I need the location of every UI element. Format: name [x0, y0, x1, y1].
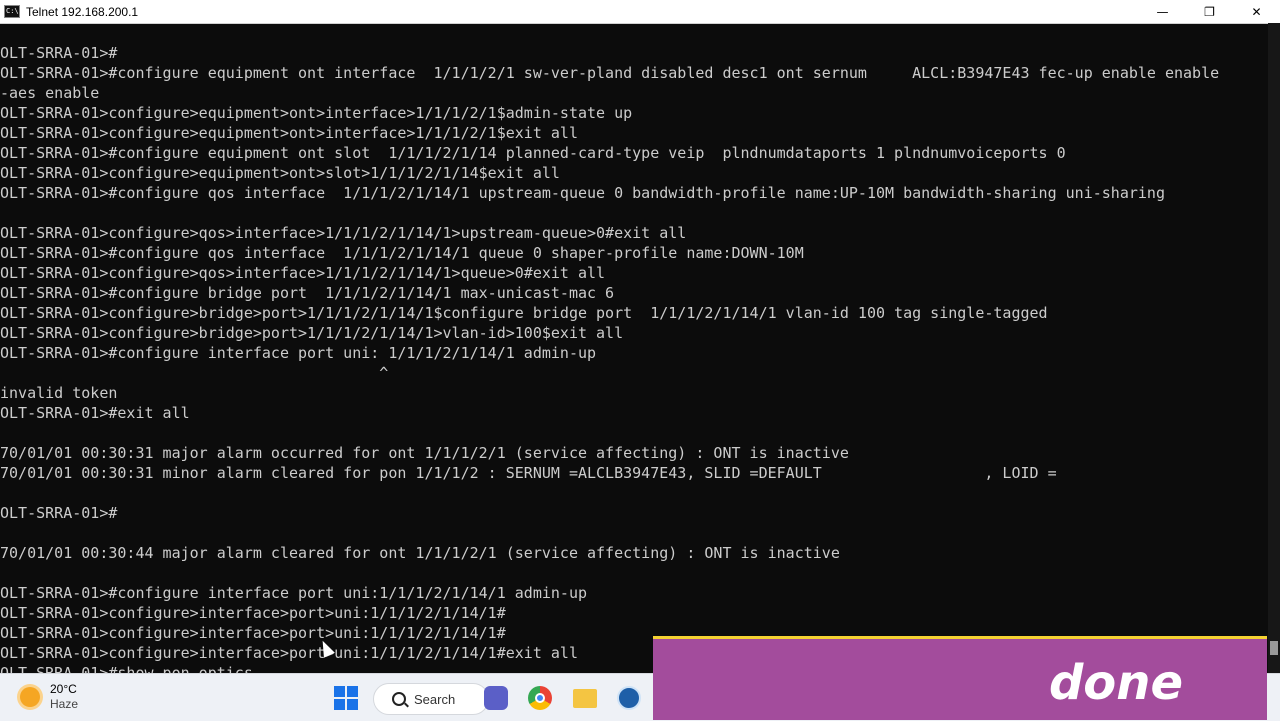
search-label: Search [414, 691, 456, 707]
windows-start-icon[interactable] [334, 686, 358, 710]
vertical-scrollbar[interactable] [1268, 23, 1280, 673]
terminal-line: OLT-SRRA-01>configure>equipment>ont>inte… [0, 104, 633, 122]
terminal-line: OLT-SRRA-01>#exit all [0, 404, 190, 422]
scrollbar-thumb[interactable] [1270, 641, 1278, 655]
taskbar-search[interactable]: Search [373, 683, 489, 715]
terminal-line: OLT-SRRA-01>#configure bridge port 1/1/1… [0, 284, 615, 302]
window-controls: — ❐ ✕ [1139, 0, 1280, 23]
close-button[interactable]: ✕ [1233, 0, 1280, 23]
terminal-line: OLT-SRRA-01># [0, 44, 118, 62]
terminal-line: 70/01/01 00:30:44 major alarm cleared fo… [0, 544, 840, 562]
weather-widget[interactable]: 20°C Haze [20, 682, 78, 712]
search-icon [392, 692, 406, 706]
command-prompt-icon: C:\ [4, 5, 20, 18]
terminal-line: OLT-SRRA-01>#configure interface port un… [0, 344, 597, 362]
terminal-line: OLT-SRRA-01>#configure qos interface 1/1… [0, 244, 804, 262]
app-icon[interactable] [617, 686, 641, 710]
terminal-line: OLT-SRRA-01>#configure equipment ont int… [0, 64, 1220, 82]
file-explorer-icon[interactable] [573, 689, 597, 708]
overlay-text: done [1048, 655, 1183, 711]
terminal-lines: OLT-SRRA-01># OLT-SRRA-01>#configure equi… [0, 43, 1268, 663]
terminal-line: -aes enable [0, 84, 100, 102]
terminal-line: OLT-SRRA-01>configure>interface>port>uni… [0, 604, 506, 622]
weather-condition: Haze [50, 697, 79, 711]
maximize-button[interactable]: ❐ [1186, 0, 1233, 23]
terminal-current-input: OLT-SRRA-01>#show pon optics [0, 664, 262, 673]
terminal-line: OLT-SRRA-01>#configure equipment ont slo… [0, 144, 1066, 162]
terminal-line: OLT-SRRA-01>configure>qos>interface>1/1/… [0, 264, 606, 282]
title-bar: C:\ Telnet 192.168.200.1 — ❐ ✕ [0, 0, 1280, 24]
terminal-line: OLT-SRRA-01>#configure qos interface 1/1… [0, 184, 1165, 202]
terminal-line: OLT-SRRA-01>configure>equipment>ont>slot… [0, 164, 560, 182]
terminal-line: OLT-SRRA-01>configure>qos>interface>1/1/… [0, 224, 687, 242]
chrome-icon[interactable] [528, 686, 552, 710]
window-title: Telnet 192.168.200.1 [26, 4, 139, 19]
terminal-output[interactable]: OLT-SRRA-01># OLT-SRRA-01>#configure equi… [0, 43, 1268, 673]
terminal-line: OLT-SRRA-01>configure>bridge>port>1/1/1/… [0, 304, 1048, 322]
video-call-app-icon[interactable] [484, 686, 508, 710]
terminal-line: OLT-SRRA-01>#configure interface port un… [0, 584, 587, 602]
terminal-line: ^ [0, 364, 389, 382]
terminal-line: OLT-SRRA-01># [0, 504, 118, 522]
terminal-line: invalid token [0, 384, 118, 402]
done-overlay-banner: done [653, 636, 1267, 720]
minimize-button[interactable]: — [1139, 0, 1186, 23]
terminal-line: OLT-SRRA-01>configure>bridge>port>1/1/1/… [0, 324, 624, 342]
terminal-line: 70/01/01 00:30:31 major alarm occurred f… [0, 444, 849, 462]
terminal-line: 70/01/01 00:30:31 minor alarm cleared fo… [0, 464, 1057, 482]
haze-sun-icon [20, 687, 40, 707]
weather-temperature: 20°C [50, 682, 77, 696]
terminal-line: OLT-SRRA-01>configure>equipment>ont>inte… [0, 124, 578, 142]
